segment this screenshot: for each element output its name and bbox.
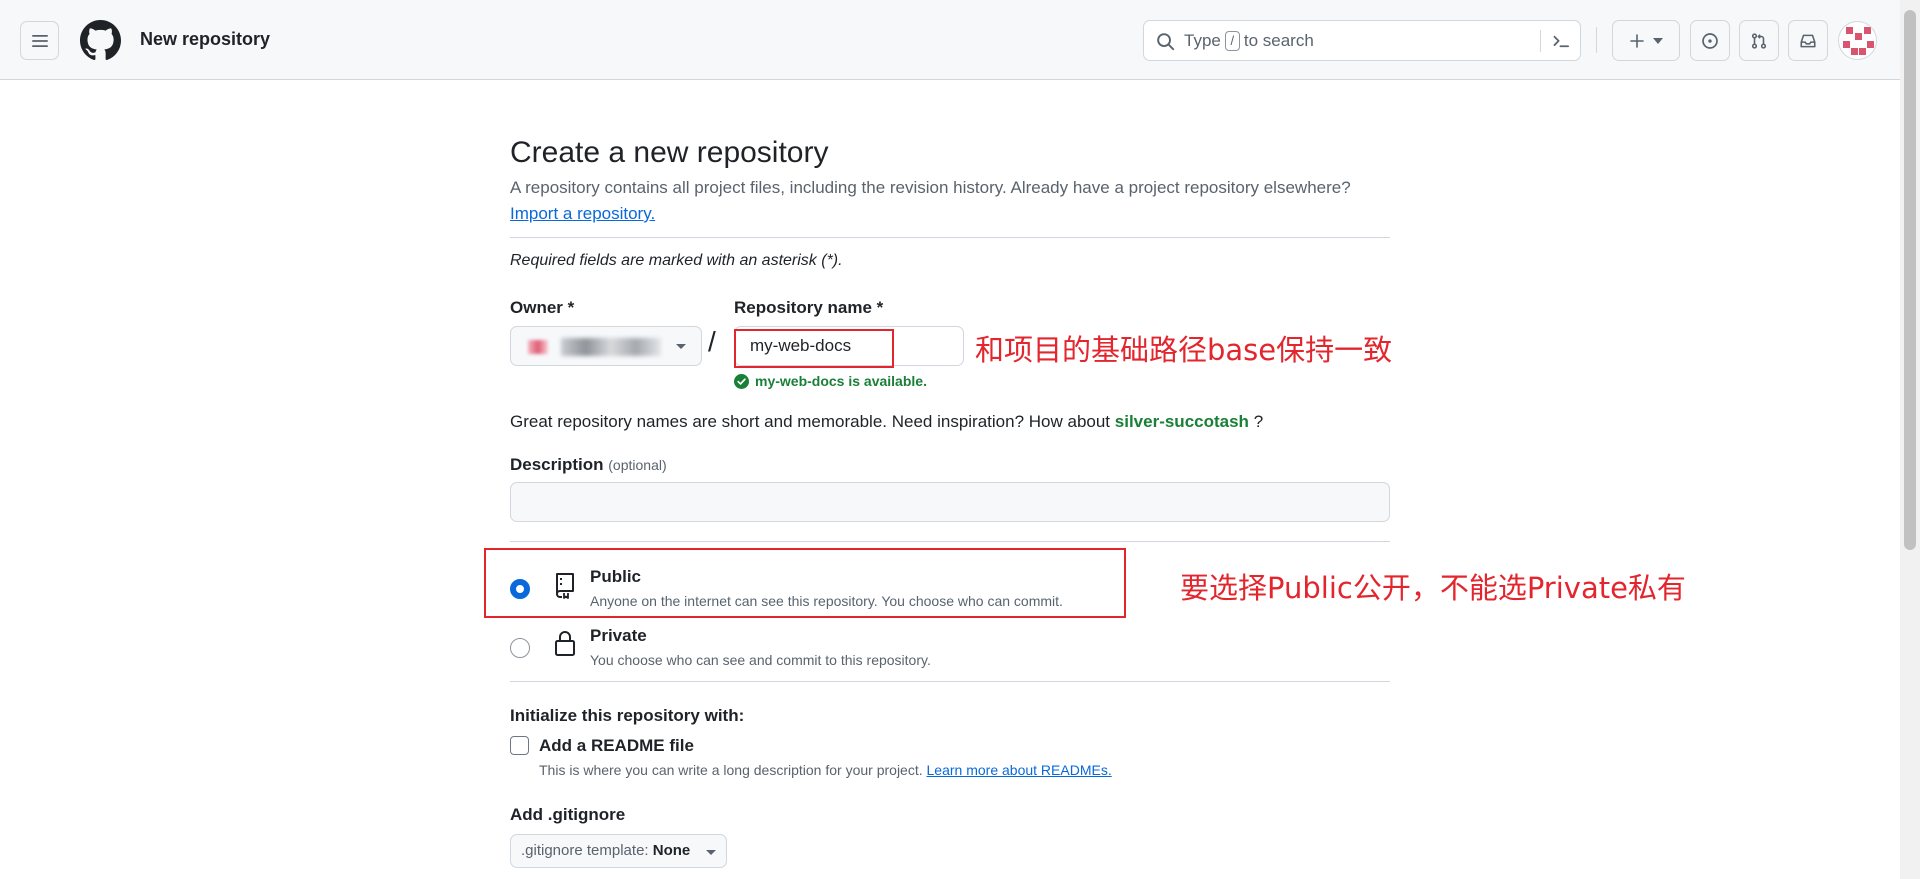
check-circle-icon [734,373,749,389]
suggestion-suffix: ? [1253,412,1264,431]
learn-more-readmes-link[interactable]: Learn more about READMEs. [927,762,1112,778]
search-input[interactable]: Type / to search [1143,20,1581,61]
description-optional: (optional) [608,457,667,473]
hamburger-icon [31,34,48,47]
chevron-down-icon [676,344,686,349]
page: New repository Type / to search Create a… [0,0,1920,879]
repo-name-label: Repository name * [734,298,884,317]
context-title[interactable]: New repository [140,29,270,50]
global-header: New repository Type / to search [0,0,1900,80]
search-icon [1157,33,1175,51]
annotation-box-repo-name [734,329,894,368]
issues-icon [1702,32,1718,49]
github-logo-icon[interactable] [80,20,121,61]
readme-note-text: This is where you can write a long descr… [539,762,923,778]
search-prefix: Type [1184,31,1221,50]
owner-repo-separator: / [708,326,716,357]
search-shortcut-key: / [1224,31,1240,51]
issues-button[interactable] [1690,20,1730,61]
add-readme-checkbox[interactable] [510,736,529,755]
availability-text: my-web-docs is available. [755,373,927,389]
suggestion-prefix: Great repository names are short and mem… [510,412,1111,431]
annotation-box-public [484,548,1126,618]
annotation-visibility: 要选择Public公开，不能选Private私有 [1180,571,1686,605]
header-separator [1596,27,1597,53]
suggested-name-button[interactable]: silver-succotash [1115,412,1249,431]
owner-select[interactable] [510,326,702,366]
page-title: Create a new repository [510,136,829,169]
gitignore-value: None [652,842,691,859]
gitignore-title: Add .gitignore [510,805,626,824]
description-input[interactable] [510,482,1390,522]
availability-status: my-web-docs is available. [734,373,927,389]
annotation-repo-name: 和项目的基础路径base保持一致 [975,333,1393,367]
owner-name-blurred [561,338,661,356]
lock-icon [555,631,575,656]
private-description: You choose who can see and commit to thi… [590,652,931,668]
private-title: Private [590,626,647,645]
required-fields-note: Required fields are marked with an aster… [510,252,843,269]
add-readme-label[interactable]: Add a README file [539,736,694,756]
avatar[interactable] [1838,21,1877,60]
divider [510,237,1390,238]
inbox-button[interactable] [1788,20,1828,61]
chevron-down-icon [706,850,716,855]
gitignore-prefix: .gitignore template: [521,842,649,859]
page-lead: A repository contains all project files,… [510,178,1351,197]
create-new-button[interactable] [1612,20,1680,61]
divider [510,541,1390,542]
command-palette-icon[interactable] [1551,32,1571,51]
private-radio[interactable] [510,638,530,658]
search-placeholder: Type / to search [1184,31,1314,51]
description-label-text: Description [510,455,604,474]
search-suffix: to search [1243,31,1314,50]
identicon-icon [1843,27,1874,55]
pull-requests-icon [1751,32,1767,49]
plus-icon [1630,33,1644,48]
search-divider [1540,30,1541,52]
visibility-private-option[interactable]: Private You choose who can see and commi… [510,618,1390,674]
owner-label: Owner * [510,298,575,317]
scrollbar-thumb[interactable] [1904,10,1916,550]
inbox-icon [1800,34,1816,47]
chevron-down-icon [1653,37,1663,44]
divider [510,681,1390,682]
pull-requests-button[interactable] [1739,20,1779,61]
owner-avatar-blurred [528,340,548,354]
name-suggestion-text: Great repository names are short and mem… [510,412,1263,432]
initialize-title: Initialize this repository with: [510,706,745,725]
menu-button[interactable] [20,21,59,60]
description-label: Description (optional) [510,455,667,475]
readme-note: This is where you can write a long descr… [539,762,1112,778]
gitignore-template-select[interactable]: .gitignore template: None [510,834,727,868]
import-repository-link[interactable]: Import a repository. [510,204,655,224]
